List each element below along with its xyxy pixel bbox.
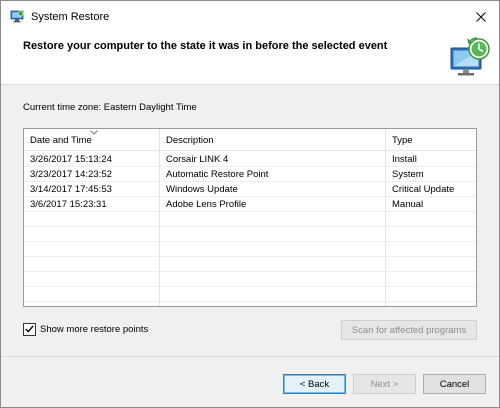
row-description: Automatic Restore Point [166,169,269,180]
timezone-label: Current time zone: Eastern Daylight Time [23,102,197,113]
table-row[interactable]: 3/26/2017 15:13:24 Corsair LINK 4 Instal… [24,152,476,167]
empty-row [24,227,476,242]
table-row[interactable]: 3/14/2017 17:45:53 Windows Update Critic… [24,182,476,197]
scan-affected-programs-button[interactable]: Scan for affected programs [341,320,477,340]
wizard-header: Restore your computer to the state it wa… [1,32,499,85]
row-type: Critical Update [392,184,455,195]
footer-divider [1,356,499,357]
column-header-date[interactable]: Date and Time [24,129,160,151]
system-restore-icon [10,10,24,23]
checkmark-icon [25,325,34,333]
page-title: Restore your computer to the state it wa… [23,40,388,52]
row-description: Corsair LINK 4 [166,154,229,165]
empty-row [24,272,476,287]
row-description: Windows Update [166,184,238,195]
row-type: System [392,169,424,180]
row-type: Manual [392,199,424,210]
column-header-description[interactable]: Description [160,129,386,151]
close-button[interactable] [467,5,495,29]
row-type: Install [392,154,417,165]
close-icon [476,12,486,22]
list-header: Date and Time Description Type [24,129,476,151]
row-date: 3/26/2017 15:13:24 [30,154,112,165]
table-row[interactable]: 3/6/2017 15:23:31 Adobe Lens Profile Man… [24,197,476,212]
row-date: 3/23/2017 14:23:52 [30,169,112,180]
restore-points-list[interactable]: Date and Time Description Type 3/26/2017… [23,128,477,307]
show-more-checkbox[interactable] [23,322,36,336]
empty-row [24,287,476,302]
restore-monitor-clock-icon [450,37,490,76]
window-title: System Restore [31,11,110,23]
row-date: 3/6/2017 15:23:31 [30,199,107,210]
empty-row [24,257,476,272]
row-date: 3/14/2017 17:45:53 [30,184,112,195]
title-bar: System Restore [1,1,499,32]
back-button[interactable]: < Back [283,374,346,394]
system-restore-window: System Restore Restore your computer to … [0,0,500,408]
next-button[interactable]: Next > [353,374,416,394]
column-header-type[interactable]: Type [386,129,476,151]
cancel-button[interactable]: Cancel [423,374,486,394]
empty-row [24,212,476,227]
table-row[interactable]: 3/23/2017 14:23:52 Automatic Restore Poi… [24,167,476,182]
row-description: Adobe Lens Profile [166,199,247,210]
show-more-restore-points-option[interactable]: Show more restore points [23,322,148,336]
show-more-label: Show more restore points [40,323,149,335]
empty-row [24,242,476,257]
